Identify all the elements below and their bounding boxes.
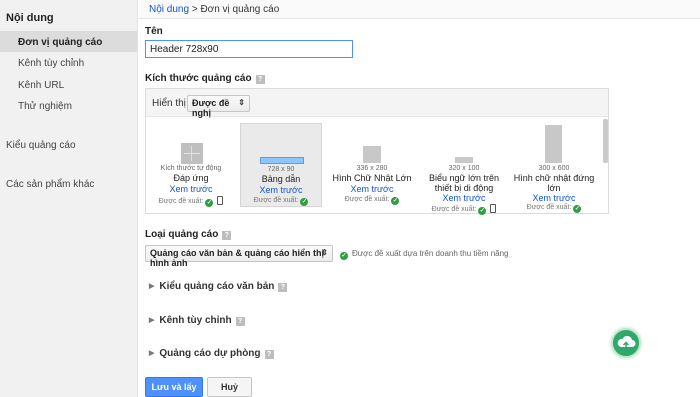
size-name: Bảng dẫn: [261, 174, 301, 184]
preview-link[interactable]: Xem trước: [512, 193, 596, 203]
skyscraper-size-icon: [545, 125, 562, 163]
check-icon: ✓: [391, 197, 400, 205]
size-dimensions: 300 x 600: [538, 165, 570, 172]
breadcrumb-bar: Nội dung > Đơn vị quảng cáo: [139, 0, 700, 19]
recommended-label: Được đề xuất:: [431, 206, 477, 213]
size-option-large-skyscraper[interactable]: 300 x 600 Hình chữ nhật đứng lớn Xem trư…: [512, 123, 596, 213]
check-icon: ✓: [205, 199, 214, 207]
ad-type-label: Loại quảng cáo: [145, 229, 219, 240]
size-option-large-mobile-banner[interactable]: 320 x 100 Biểu ngữ lớn trên thiết bị di …: [422, 123, 506, 215]
recommended-row: Được đề xuất: ✓: [150, 196, 232, 207]
ad-type-select[interactable]: Quảng cáo văn bản & quảng cáo hiển thị h…: [145, 245, 333, 268]
breadcrumb-link-content[interactable]: Nội dung: [149, 4, 189, 15]
size-option-leaderboard[interactable]: 728 x 90 Bảng dẫn Xem trước Được đề xuất…: [240, 123, 322, 207]
section-custom-channels[interactable]: ▶ Kênh tùy chỉnh?: [149, 315, 245, 326]
mobile-icon: [490, 204, 497, 213]
preview-link[interactable]: Xem trước: [422, 193, 506, 203]
size-option-large-rectangle[interactable]: 336 x 280 Hình Chữ Nhật Lớn Xem trước Đư…: [331, 123, 413, 207]
sidebar-item-ad-styles[interactable]: Kiểu quảng cáo: [6, 140, 76, 151]
ad-type-note-text: Được đề xuất dựa trên doanh thu tiềm năn…: [352, 249, 509, 258]
help-icon[interactable]: ?: [264, 350, 274, 359]
show-filter-value: Được đề nghị: [192, 98, 230, 118]
check-icon: ✓: [478, 207, 487, 215]
recommended-row: Được đề xuất: ✓: [422, 204, 506, 215]
ad-type-note: ✓ Được đề xuất dựa trên doanh thu tiềm nă…: [340, 249, 509, 260]
rectangle-size-icon: [363, 146, 381, 163]
size-name: Đáp ứng: [173, 173, 209, 183]
preview-link[interactable]: Xem trước: [241, 185, 321, 195]
help-icon[interactable]: ?: [222, 231, 232, 240]
sidebar-item-url-channels[interactable]: Kênh URL: [18, 80, 64, 91]
size-toolbar: Hiển thị Được đề nghị ⇕: [146, 89, 608, 118]
recommended-row: Được đề xuất: ✓: [512, 204, 596, 213]
expand-arrow-icon: ▶: [149, 317, 155, 324]
size-name: Biểu ngữ lớn trên thiết bị di động: [429, 173, 499, 193]
section-label: Quảng cáo dự phòng: [159, 348, 261, 359]
section-label: Kênh tùy chỉnh: [159, 315, 232, 326]
responsive-size-icon: [181, 143, 203, 164]
save-and-get-code-button[interactable]: Lưu và lấy mã: [145, 377, 203, 397]
select-arrows-icon: ⇕: [321, 248, 328, 257]
select-arrows-icon: ⇕: [238, 98, 245, 107]
size-dimensions: Kích thước tự động: [160, 165, 222, 172]
ad-size-panel: Hiển thị Được đề nghị ⇕ Kích thước tự độ…: [145, 88, 609, 215]
sidebar-item-other-products[interactable]: Các sản phẩm khác: [6, 179, 94, 190]
leaderboard-size-icon: [260, 157, 304, 164]
size-dimensions: 336 x 280: [356, 165, 388, 172]
size-label: Kích thước quảng cáo: [145, 73, 252, 84]
expand-arrow-icon: ▶: [149, 283, 155, 290]
mobile-icon: [217, 196, 224, 205]
recommended-row: Được đề xuất: ✓: [241, 197, 321, 206]
sidebar-item-ad-units[interactable]: Đơn vị quảng cáo: [18, 37, 102, 48]
show-filter-select[interactable]: Được đề nghị ⇕: [187, 95, 250, 118]
breadcrumb-current: Đơn vị quảng cáo: [200, 4, 280, 15]
section-text-ad-style[interactable]: ▶ Kiểu quảng cáo văn bản?: [149, 281, 288, 292]
breadcrumb-separator: >: [191, 4, 198, 15]
cloud-upload-icon[interactable]: [611, 328, 641, 358]
size-dimensions: 728 x 90: [267, 166, 295, 173]
recommended-label: Được đề xuất:: [253, 197, 299, 204]
help-icon[interactable]: ?: [278, 283, 288, 292]
size-label-row: Kích thước quảng cáo?: [145, 73, 265, 84]
app-root: Nội dung Đơn vị quảng cáo Kênh tùy chỉnh…: [0, 0, 700, 397]
size-dimensions: 320 x 100: [448, 165, 480, 172]
cancel-button[interactable]: Huỷ: [207, 377, 252, 397]
check-icon: ✓: [300, 198, 309, 206]
sidebar-section-title[interactable]: Nội dung: [6, 12, 54, 24]
breadcrumb: Nội dung > Đơn vị quảng cáo: [149, 4, 279, 15]
name-label: Tên: [145, 26, 163, 37]
help-icon[interactable]: ?: [235, 317, 245, 326]
check-icon: ✓: [340, 252, 348, 260]
section-label: Kiểu quảng cáo văn bản: [159, 281, 275, 292]
size-panel-scrollbar[interactable]: [603, 119, 608, 163]
ad-type-value: Quảng cáo văn bản & quảng cáo hiển thị h…: [150, 248, 325, 268]
help-icon[interactable]: ?: [255, 75, 265, 84]
recommended-row: Được đề xuất: ✓: [331, 196, 413, 205]
show-label: Hiển thị: [152, 98, 186, 109]
check-icon: ✓: [573, 205, 582, 213]
sidebar-item-experiments[interactable]: Thử nghiệm: [18, 101, 72, 112]
ad-type-label-row: Loại quảng cáo?: [145, 229, 232, 240]
sidebar: Nội dung Đơn vị quảng cáo Kênh tùy chỉnh…: [0, 0, 138, 397]
recommended-label: Được đề xuất:: [526, 204, 572, 211]
preview-link[interactable]: Xem trước: [331, 184, 413, 194]
recommended-label: Được đề xuất:: [344, 196, 390, 203]
expand-arrow-icon: ▶: [149, 350, 155, 357]
preview-link[interactable]: Xem trước: [150, 184, 232, 194]
sidebar-item-custom-channels[interactable]: Kênh tùy chỉnh: [18, 58, 84, 69]
mobile-banner-size-icon: [455, 157, 473, 163]
size-name: Hình Chữ Nhật Lớn: [332, 173, 412, 183]
size-name: Hình chữ nhật đứng lớn: [513, 173, 595, 193]
size-option-responsive[interactable]: Kích thước tự động Đáp ứng Xem trước Đượ…: [150, 123, 232, 207]
name-input[interactable]: [145, 40, 353, 58]
section-backup-ads[interactable]: ▶ Quảng cáo dự phòng?: [149, 348, 274, 359]
recommended-label: Được đề xuất:: [158, 198, 204, 205]
